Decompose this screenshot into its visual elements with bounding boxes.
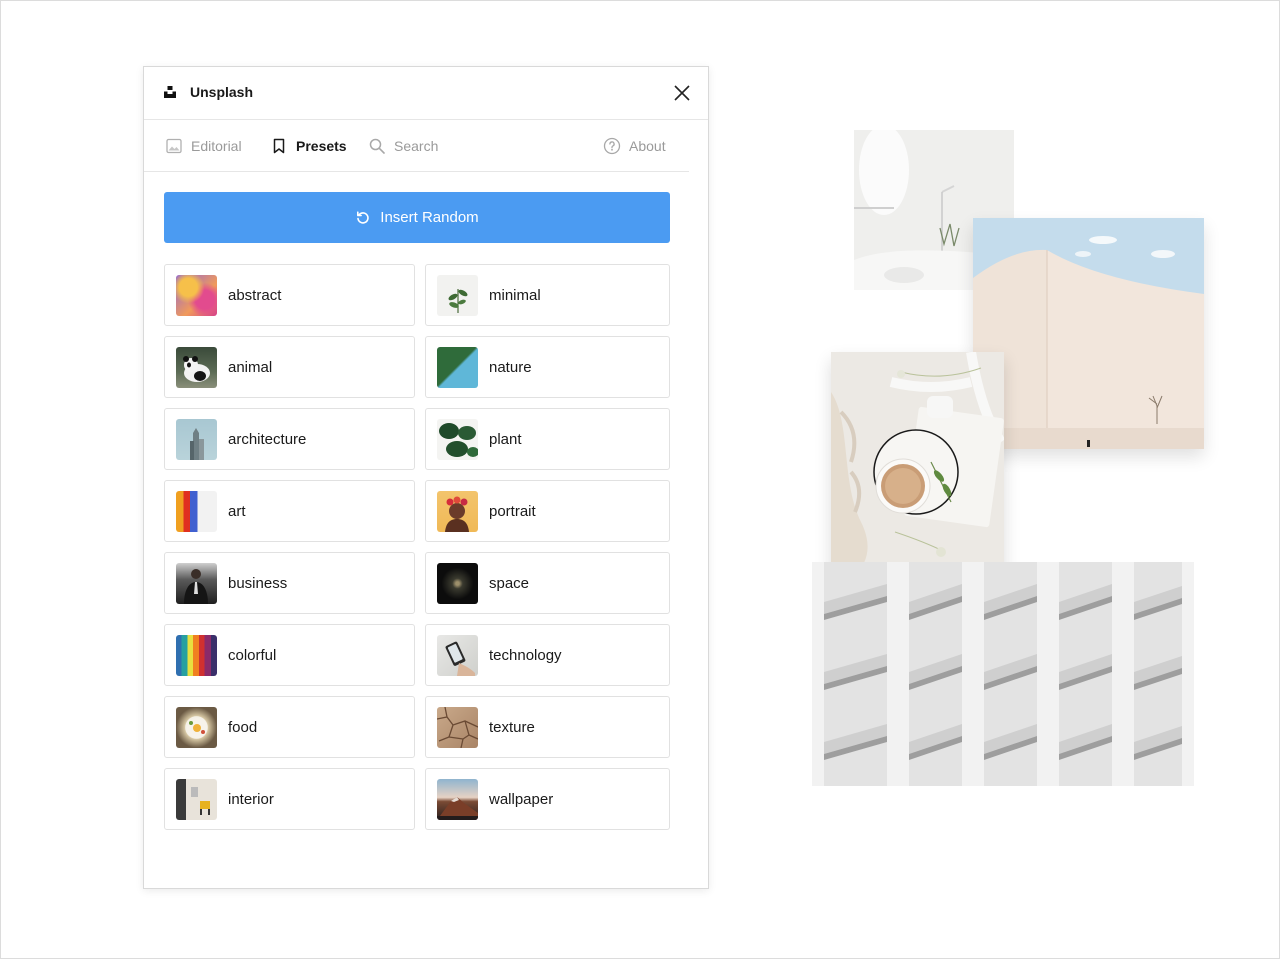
preset-thumbnail	[437, 778, 478, 820]
title-bar: Unsplash	[144, 67, 708, 120]
tab-search-label: Search	[394, 137, 439, 154]
preset-card-interior[interactable]: interior	[164, 768, 415, 830]
unsplash-logo-icon	[164, 86, 176, 98]
preset-thumbnail	[437, 418, 478, 460]
preset-card-abstract[interactable]: abstract	[164, 264, 415, 326]
preset-card-art[interactable]: art	[164, 480, 415, 542]
preset-thumbnail	[176, 274, 217, 316]
preset-thumbnail	[176, 346, 217, 388]
insert-random-button[interactable]: Insert Random	[164, 192, 670, 243]
canvas-image-wall[interactable]	[973, 218, 1204, 449]
preset-label: wallpaper	[489, 790, 554, 808]
tab-about[interactable]: About	[603, 120, 666, 171]
preset-label: animal	[228, 358, 273, 376]
preset-card-technology[interactable]: technology	[425, 624, 670, 686]
preset-thumbnail	[176, 778, 217, 820]
tab-editorial-label: Editorial	[191, 137, 242, 154]
preset-label: interior	[228, 790, 274, 808]
preset-card-animal[interactable]: animal	[164, 336, 415, 398]
preset-label: abstract	[228, 286, 282, 304]
tab-about-label: About	[629, 137, 666, 154]
preset-label: plant	[489, 430, 522, 448]
preset-label: minimal	[489, 286, 541, 304]
preset-thumbnail	[176, 418, 217, 460]
preset-label: technology	[489, 646, 562, 664]
preset-card-colorful[interactable]: colorful	[164, 624, 415, 686]
refresh-icon	[357, 210, 370, 224]
preset-label: portrait	[489, 502, 536, 520]
tab-presets-label: Presets	[296, 137, 347, 154]
preset-thumbnail	[437, 346, 478, 388]
scrollbar[interactable]	[689, 120, 708, 888]
preset-card-space[interactable]: space	[425, 552, 670, 614]
preset-thumbnail	[437, 490, 478, 532]
tab-bar: Editorial Presets Search About	[144, 120, 690, 172]
bookmark-icon	[273, 138, 285, 153]
preset-thumbnail	[437, 706, 478, 748]
close-icon[interactable]	[672, 83, 692, 103]
preset-card-minimal[interactable]: minimal	[425, 264, 670, 326]
tab-editorial[interactable]: Editorial	[165, 120, 242, 171]
preset-label: art	[228, 502, 246, 520]
canvas-image-coffee[interactable]	[831, 352, 1004, 590]
preset-card-business[interactable]: business	[164, 552, 415, 614]
search-icon	[369, 138, 385, 154]
preset-thumbnail	[176, 490, 217, 532]
preset-card-architecture[interactable]: architecture	[164, 408, 415, 470]
preset-card-portrait[interactable]: portrait	[425, 480, 670, 542]
preset-thumbnail	[437, 274, 478, 316]
preset-card-plant[interactable]: plant	[425, 408, 670, 470]
preset-card-wallpaper[interactable]: wallpaper	[425, 768, 670, 830]
preset-label: business	[228, 574, 288, 592]
preset-label: architecture	[228, 430, 307, 448]
plugin-content: Editorial Presets Search About Insert Ra…	[144, 120, 691, 888]
preset-thumbnail	[176, 706, 217, 748]
preset-label: nature	[489, 358, 532, 376]
insert-random-label: Insert Random	[380, 209, 479, 226]
help-circle-icon	[603, 137, 621, 154]
preset-card-food[interactable]: food	[164, 696, 415, 758]
tab-presets[interactable]: Presets	[270, 120, 347, 171]
preset-label: colorful	[228, 646, 277, 664]
unsplash-plugin-window: Unsplash Editorial Presets Search About …	[143, 66, 709, 889]
tab-search[interactable]: Search	[368, 120, 438, 171]
canvas-image-building[interactable]	[812, 562, 1194, 786]
preset-card-nature[interactable]: nature	[425, 336, 670, 398]
preset-card-texture[interactable]: texture	[425, 696, 670, 758]
preset-thumbnail	[437, 634, 478, 676]
preset-thumbnail	[176, 634, 217, 676]
preset-thumbnail	[176, 562, 217, 604]
preset-thumbnail	[437, 562, 478, 604]
preset-label: texture	[489, 718, 535, 736]
preset-label: food	[228, 718, 258, 736]
image-icon	[166, 138, 182, 153]
preset-label: space	[489, 574, 530, 592]
window-title: Unsplash	[190, 84, 254, 100]
